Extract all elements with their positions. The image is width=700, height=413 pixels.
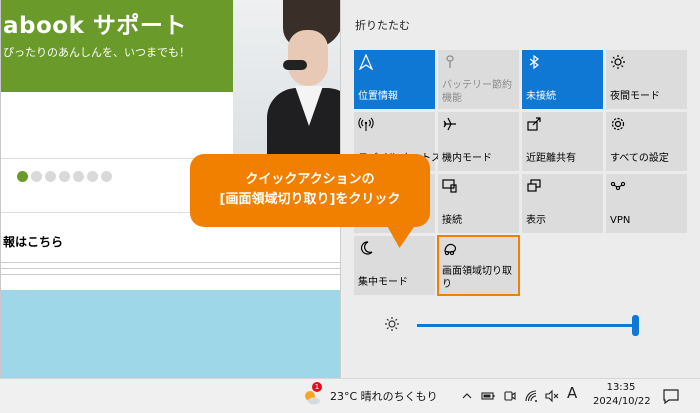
tile-label: すべての設定	[610, 153, 669, 164]
carousel-dots[interactable]	[17, 171, 112, 182]
connect-icon	[442, 179, 457, 193]
tile-snip-screen[interactable]: 画面領域切り取り	[437, 235, 520, 296]
vpn-icon	[610, 181, 626, 191]
tile-label: 位置情報	[358, 91, 398, 102]
tile-label: VPN	[610, 215, 631, 226]
tile-night-light[interactable]: 夜間モード	[606, 50, 687, 109]
tile-label: 集中モード	[358, 277, 408, 288]
carousel-dot[interactable]	[59, 171, 70, 182]
brightness-slider[interactable]	[417, 324, 639, 327]
tile-project[interactable]: 表示	[522, 174, 603, 233]
tile-label: 近距離共有	[526, 153, 576, 164]
support-banner[interactable]: abook サポート ぴったりのあんしんを、いつまでも！	[1, 0, 233, 92]
location-icon	[358, 54, 374, 70]
divider	[1, 274, 340, 275]
instruction-callout: クイックアクションの [画面領域切り取り]をクリック	[190, 154, 430, 227]
carousel-dot[interactable]	[87, 171, 98, 182]
tile-all-settings[interactable]: すべての設定	[606, 112, 687, 171]
tile-vpn[interactable]: VPN	[606, 174, 687, 233]
tile-airplane-mode[interactable]: 機内モード	[438, 112, 519, 171]
tile-bluetooth[interactable]: 未接続	[522, 50, 603, 109]
callout-line2: [画面領域切り取り]をクリック	[219, 192, 401, 207]
tile-label: 未接続	[526, 91, 556, 102]
brightness-slider-thumb[interactable]	[631, 315, 639, 336]
clock-date: 2024/10/22	[593, 396, 651, 407]
tile-label: 接続	[442, 215, 462, 226]
callout-line1: クイックアクションの	[245, 172, 375, 187]
collapse-button[interactable]: 折りたたむ	[355, 17, 410, 33]
divider	[1, 262, 340, 263]
tile-label: バッテリー節約機能	[442, 80, 512, 104]
settings-gear-icon	[611, 117, 625, 131]
banner-title: abook サポート	[3, 13, 187, 39]
volume-muted-icon[interactable]	[545, 389, 559, 403]
weather-text[interactable]: 23°C 晴れのちくもり	[330, 388, 438, 404]
tile-label: 画面領域切り取り	[442, 266, 512, 290]
taskbar: 1 23°C 晴れのちくもり A 13:35 2024/10/22	[0, 378, 700, 413]
tile-nearby-share[interactable]: 近距離共有	[522, 112, 603, 171]
battery-icon[interactable]	[481, 389, 495, 403]
focus-moon-icon	[360, 241, 373, 255]
carousel-dot[interactable]	[73, 171, 84, 182]
chevron-up-icon[interactable]	[460, 389, 474, 403]
weather-alert-badge: 1	[312, 382, 322, 392]
divider	[1, 268, 340, 269]
snip-icon	[444, 243, 457, 256]
airplane-icon	[443, 117, 456, 131]
carousel-dot[interactable]	[101, 171, 112, 182]
footer-area	[1, 290, 340, 378]
brightness-icon	[385, 317, 399, 331]
headset-icon	[283, 60, 307, 70]
tile-label: 表示	[526, 215, 546, 226]
night-light-icon	[611, 55, 625, 69]
carousel-dot[interactable]	[45, 171, 56, 182]
tile-location[interactable]: 位置情報	[354, 50, 435, 109]
carousel-dot[interactable]	[31, 171, 42, 182]
tile-focus-assist[interactable]: 集中モード	[354, 236, 435, 295]
ime-mode-indicator[interactable]: A	[567, 384, 577, 402]
hotspot-icon	[358, 117, 374, 131]
carousel-dot[interactable]	[17, 171, 28, 182]
wifi-icon[interactable]	[524, 389, 538, 403]
battery-saver-icon	[446, 55, 454, 68]
tile-connect[interactable]: 接続	[438, 174, 519, 233]
tile-label: 機内モード	[442, 153, 492, 164]
project-icon	[527, 179, 541, 192]
notification-icon[interactable]	[661, 386, 681, 406]
clock-time: 13:35	[606, 382, 636, 393]
clock[interactable]: 13:35 2024/10/22	[593, 381, 651, 409]
info-link[interactable]: 報はこちら	[3, 233, 63, 250]
tile-battery-saver[interactable]: バッテリー節約機能	[438, 50, 519, 109]
bluetooth-icon	[529, 54, 539, 70]
meet-now-icon[interactable]	[503, 389, 517, 403]
operator-photo	[233, 0, 340, 158]
tile-label: 夜間モード	[610, 91, 660, 102]
banner-subtitle: ぴったりのあんしんを、いつまでも！	[3, 46, 190, 59]
nearby-share-icon	[527, 117, 541, 131]
